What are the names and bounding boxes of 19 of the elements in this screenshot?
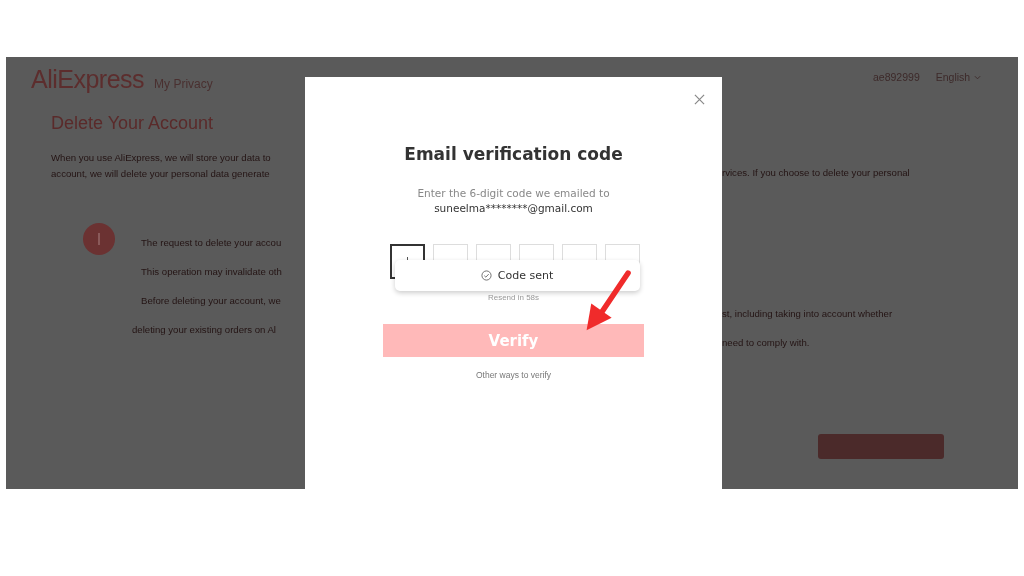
verify-button[interactable]: Verify bbox=[383, 324, 644, 357]
intro-text: account, we will delete your personal data generate bbox=[51, 167, 271, 181]
intro-text: When you use AliExpress, we will store your data to bbox=[51, 151, 272, 165]
chevron-down-icon bbox=[974, 74, 982, 80]
dialog-title: Email verification code bbox=[404, 144, 623, 164]
intro-text: rvices. If you choose to delete your personal bbox=[722, 167, 911, 178]
notice-text: need to comply with. bbox=[722, 336, 811, 350]
resend-text: Resend in 58s bbox=[487, 293, 540, 303]
prompt-text: Enter the 6-digit code we emailed to bbox=[417, 187, 610, 199]
toast-text: Code sent bbox=[497, 269, 554, 282]
notice-text: The request to delete your accou bbox=[141, 236, 282, 250]
check-circle-icon bbox=[480, 270, 492, 281]
other-ways-link[interactable]: Other ways to verify bbox=[475, 370, 552, 380]
notice-text: Before deleting your account, we bbox=[141, 294, 282, 308]
close-icon[interactable] bbox=[694, 94, 705, 105]
notice-text: This operation may invalidate oth bbox=[141, 265, 282, 279]
info-icon bbox=[83, 223, 115, 255]
email-address: suneelma********@gmail.com bbox=[434, 202, 593, 214]
notice-text: st, including taking into account whether bbox=[722, 307, 894, 321]
